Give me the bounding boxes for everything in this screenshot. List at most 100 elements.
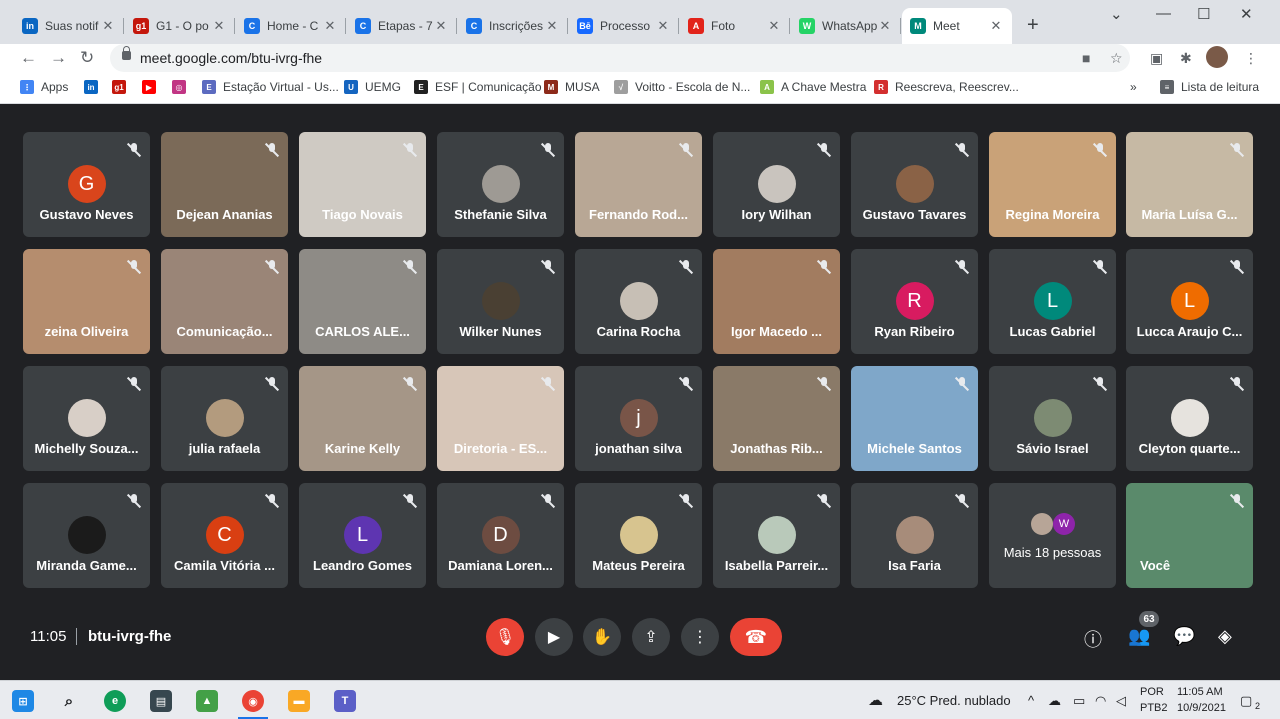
volume-icon[interactable]: ◁: [1116, 693, 1126, 709]
participant-tile[interactable]: G Gustavo Neves: [23, 132, 150, 237]
tab-close-icon[interactable]: ✕: [211, 18, 227, 34]
bookmark-item[interactable]: E ESF | Comunicação: [414, 80, 542, 94]
tab-close-icon[interactable]: ✕: [988, 18, 1004, 34]
browser-tab[interactable]: C Inscrições ✕: [458, 8, 568, 44]
new-tab-button[interactable]: +: [1027, 14, 1039, 37]
tab-close-icon[interactable]: ✕: [100, 18, 116, 34]
participant-tile[interactable]: Michele Santos: [851, 366, 978, 471]
back-icon[interactable]: ←: [20, 48, 37, 68]
clock-date[interactable]: 10/9/2021: [1177, 702, 1226, 714]
participant-tile[interactable]: Iory Wilhan: [713, 132, 840, 237]
participant-tile[interactable]: Cleyton quarte...: [1126, 366, 1253, 471]
camera-icon[interactable]: ■: [1082, 50, 1090, 66]
participant-tile[interactable]: zeina Oliveira: [23, 249, 150, 354]
puzzle-icon[interactable]: ✱: [1180, 50, 1192, 67]
participant-tile[interactable]: j jonathan silva: [575, 366, 702, 471]
tab-close-icon[interactable]: ✕: [322, 18, 338, 34]
participant-tile[interactable]: Jonathas Rib...: [713, 366, 840, 471]
search-icon[interactable]: ⌕: [58, 690, 80, 712]
tab-close-icon[interactable]: ✕: [655, 18, 671, 34]
reload-icon[interactable]: ↻: [80, 48, 94, 68]
participant-tile[interactable]: Carina Rocha: [575, 249, 702, 354]
mic-off-button[interactable]: 🎙: [486, 618, 524, 656]
browser-tab[interactable]: M Meet ✕: [902, 8, 1012, 44]
browser-tab[interactable]: Bē Processo ✕: [569, 8, 679, 44]
participant-tile[interactable]: julia rafaela: [161, 366, 288, 471]
teams-icon[interactable]: T: [334, 690, 356, 712]
present-button[interactable]: ⇪: [632, 618, 670, 656]
tab-search-icon[interactable]: ⌄: [1110, 5, 1123, 23]
browser-tab[interactable]: A Foto ✕: [680, 8, 790, 44]
info-icon[interactable]: ⓘ: [1084, 626, 1102, 652]
bookmark-item[interactable]: M MUSA: [544, 80, 600, 94]
participant-tile[interactable]: Mateus Pereira: [575, 483, 702, 588]
participant-tile[interactable]: Maria Luísa G...: [1126, 132, 1253, 237]
language-top[interactable]: POR: [1140, 686, 1164, 698]
wifi-icon[interactable]: ◠: [1095, 693, 1106, 709]
menu-icon[interactable]: ⋮: [1244, 50, 1258, 67]
tab-close-icon[interactable]: ✕: [766, 18, 782, 34]
browser-tab[interactable]: g1 G1 - O po ✕: [125, 8, 235, 44]
bookmark-item[interactable]: R Reescreva, Reescrev...: [874, 80, 1019, 94]
chat-icon[interactable]: 💬: [1173, 626, 1195, 647]
address-bar[interactable]: meet.google.com/btu-ivrg-fhe ■ ☆: [110, 44, 1130, 72]
photos-app-icon[interactable]: ▲: [196, 690, 218, 712]
windows-start-icon[interactable]: ⊞: [12, 690, 34, 712]
maximize-button[interactable]: ☐: [1197, 5, 1210, 23]
participant-tile[interactable]: Isa Faria: [851, 483, 978, 588]
participant-tile[interactable]: Wilker Nunes: [437, 249, 564, 354]
reading-list[interactable]: ≡ Lista de leitura: [1160, 80, 1259, 94]
chrome-icon[interactable]: ◉: [242, 690, 264, 712]
language-bottom[interactable]: PTB2: [1140, 702, 1168, 714]
tab-close-icon[interactable]: ✕: [433, 18, 449, 34]
browser-tab[interactable]: W WhatsApp ✕: [791, 8, 901, 44]
participant-tile[interactable]: Dejean Ananias: [161, 132, 288, 237]
participant-tile[interactable]: Sthefanie Silva: [437, 132, 564, 237]
people-icon[interactable]: 👥: [1128, 626, 1150, 647]
store-icon[interactable]: ▤: [150, 690, 172, 712]
bookmark-item[interactable]: E Estação Virtual - Us...: [202, 80, 339, 94]
tray-chevron-icon[interactable]: ^: [1028, 693, 1034, 708]
bookmark-item[interactable]: ◎: [172, 80, 193, 94]
extension-icon[interactable]: ▣: [1150, 50, 1163, 67]
bookmark-item[interactable]: A A Chave Mestra: [760, 80, 866, 94]
more-options-button[interactable]: ⋮: [681, 618, 719, 656]
tab-close-icon[interactable]: ✕: [544, 18, 560, 34]
profile-avatar[interactable]: [1206, 46, 1228, 68]
tab-close-icon[interactable]: ✕: [877, 18, 893, 34]
weather-text[interactable]: 25°C Pred. nublado: [897, 693, 1011, 708]
bookmark-star-icon[interactable]: ☆: [1110, 50, 1123, 67]
bookmark-item[interactable]: U UEMG: [344, 80, 401, 94]
participant-tile[interactable]: Miranda Game...: [23, 483, 150, 588]
browser-tab[interactable]: in Suas notif ✕: [14, 8, 124, 44]
activities-icon[interactable]: ◈: [1218, 626, 1232, 647]
participant-tile[interactable]: CARLOS ALE...: [299, 249, 426, 354]
participant-tile[interactable]: Comunicação...: [161, 249, 288, 354]
bookmark-item[interactable]: g1: [112, 80, 133, 94]
minimize-button[interactable]: —: [1156, 5, 1171, 22]
participant-tile[interactable]: C Camila Vitória ...: [161, 483, 288, 588]
participant-tile[interactable]: Tiago Novais: [299, 132, 426, 237]
participant-tile[interactable]: R Ryan Ribeiro: [851, 249, 978, 354]
participant-tile[interactable]: D Damiana Loren...: [437, 483, 564, 588]
participant-tile[interactable]: Diretoria - ES...: [437, 366, 564, 471]
browser-tab[interactable]: C Home - C ✕: [236, 8, 346, 44]
participant-tile[interactable]: Fernando Rod...: [575, 132, 702, 237]
participant-tile[interactable]: W Mais 18 pessoas: [989, 483, 1116, 588]
bookmark-item[interactable]: √ Voitto - Escola de N...: [614, 80, 750, 94]
battery-icon[interactable]: ▭: [1073, 693, 1085, 709]
participant-tile[interactable]: Sávio Israel: [989, 366, 1116, 471]
participant-tile[interactable]: Regina Moreira: [989, 132, 1116, 237]
onedrive-icon[interactable]: ☁: [1048, 693, 1061, 709]
participant-tile[interactable]: Igor Macedo ...: [713, 249, 840, 354]
bookmark-item[interactable]: ▶: [142, 80, 163, 94]
participant-tile[interactable]: Michelly Souza...: [23, 366, 150, 471]
participant-tile[interactable]: Isabella Parreir...: [713, 483, 840, 588]
more-bookmarks-icon[interactable]: »: [1130, 80, 1137, 94]
raise-hand-button[interactable]: ✋: [583, 618, 621, 656]
end-call-button[interactable]: ☎: [730, 618, 782, 656]
notification-icon[interactable]: ▢: [1240, 693, 1252, 709]
participant-tile[interactable]: L Lucas Gabriel: [989, 249, 1116, 354]
participant-tile[interactable]: L Leandro Gomes: [299, 483, 426, 588]
participant-tile[interactable]: Karine Kelly: [299, 366, 426, 471]
